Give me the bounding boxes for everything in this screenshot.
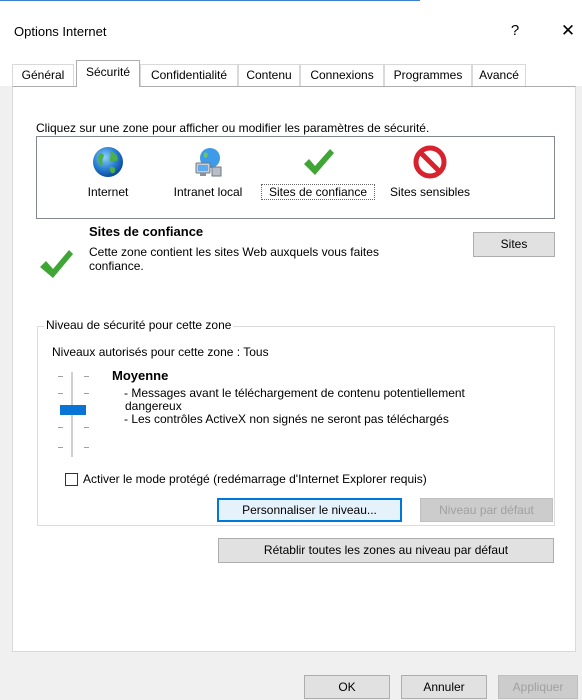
security-level-name: Moyenne: [112, 368, 169, 383]
slider-tick: [58, 427, 63, 428]
protected-mode-checkbox[interactable]: [65, 473, 78, 486]
zone-label: Intranet local: [173, 185, 243, 199]
tab-advanced[interactable]: Avancé: [472, 64, 526, 86]
trusted-sites-checkmark-icon: [40, 250, 73, 278]
slider-tick: [58, 393, 63, 394]
slider-thumb[interactable]: [60, 405, 86, 415]
level-description-line: - Messages avant le téléchargement de co…: [124, 386, 465, 400]
zone-label: Sites sensibles: [389, 185, 471, 199]
slider-tick: [84, 427, 89, 428]
tab-security[interactable]: Sécurité: [76, 60, 140, 87]
selected-zone-description: Cette zone contient les sites Web auxque…: [89, 245, 379, 273]
slider-tick: [58, 376, 63, 377]
slider-tick: [58, 447, 63, 448]
ok-button[interactable]: OK: [304, 675, 390, 699]
allowed-levels-text: Niveaux autorisés pour cette zone : Tous: [52, 345, 269, 359]
security-level-description: - Messages avant le téléchargement de co…: [124, 387, 524, 426]
sites-button[interactable]: Sites: [473, 232, 555, 257]
title-bar-top-edge: [0, 0, 582, 2]
help-button[interactable]: ?: [504, 20, 526, 42]
slider-tick: [84, 447, 89, 448]
custom-level-button[interactable]: Personnaliser le niveau...: [217, 498, 402, 522]
zone-internet[interactable]: Internet: [62, 145, 154, 199]
zone-local-intranet[interactable]: Intranet local: [160, 145, 256, 199]
tab-programs[interactable]: Programmes: [384, 64, 472, 86]
protected-mode-label[interactable]: Activer le mode protégé (redémarrage d'I…: [83, 472, 427, 486]
apply-button[interactable]: Appliquer: [498, 675, 578, 699]
tab-privacy[interactable]: Confidentialité: [140, 64, 238, 86]
window-title: Options Internet: [14, 24, 107, 39]
zone-instruction: Cliquez sur une zone pour afficher ou mo…: [36, 121, 430, 135]
restricted-icon: [413, 145, 447, 179]
tab-connections[interactable]: Connexions: [300, 64, 384, 86]
tab-content[interactable]: Contenu: [238, 64, 300, 86]
tab-general[interactable]: Général: [12, 64, 74, 86]
slider-tick: [84, 393, 89, 394]
security-level-group-title: Niveau de sécurité pour cette zone: [44, 318, 234, 332]
cancel-button[interactable]: Annuler: [401, 675, 487, 699]
level-description-line: - Les contrôles ActiveX non signés ne se…: [124, 412, 449, 426]
reset-all-zones-button[interactable]: Rétablir toutes les zones au niveau par …: [218, 538, 554, 563]
options-internet-window: Options Internet ? ✕ Général Sécurité Co…: [0, 0, 582, 700]
slider-tick: [84, 376, 89, 377]
zone-restricted-sites[interactable]: Sites sensibles: [380, 145, 480, 199]
selected-zone-title: Sites de confiance: [89, 224, 204, 239]
globe-icon: [93, 147, 123, 177]
checkmark-icon: [304, 149, 334, 175]
zone-label: Internet: [87, 185, 129, 199]
close-button[interactable]: ✕: [556, 20, 580, 42]
default-level-button[interactable]: Niveau par défaut: [420, 498, 553, 522]
zone-trusted-sites[interactable]: Sites de confiance: [261, 145, 375, 200]
network-icon: [195, 148, 222, 177]
accent-line: [0, 0, 420, 1]
zone-label: Sites de confiance: [261, 184, 375, 200]
